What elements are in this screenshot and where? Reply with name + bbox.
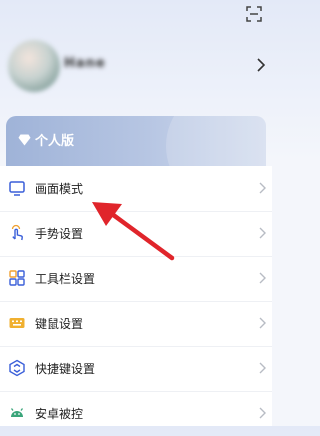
edition-label: 个人版: [35, 134, 75, 149]
scan-icon[interactable]: [246, 6, 262, 22]
keyboard-icon: [9, 318, 25, 328]
menu-item-display-mode[interactable]: 画面模式: [0, 166, 272, 212]
top-bar: [0, 0, 272, 30]
settings-menu: 画面模式 手势设置 工具栏设置 键鼠设置 快捷键设置 安卓被控: [0, 166, 272, 426]
menu-item-toolbar-settings[interactable]: 工具栏设置: [0, 256, 272, 302]
grid-tools-icon: [9, 270, 25, 286]
monitor-icon: [9, 181, 25, 196]
username: Hane: [64, 56, 106, 71]
chevron-right-icon: [257, 58, 265, 72]
chevron-right-icon: [259, 362, 266, 374]
chevron-right-icon: [259, 317, 266, 329]
diamond-icon: [18, 134, 31, 145]
shortcut-icon: [9, 359, 25, 377]
menu-item-label: 手势设置: [35, 227, 84, 241]
menu-item-label: 画面模式: [35, 182, 84, 196]
menu-item-label: 工具栏设置: [35, 272, 96, 286]
chevron-right-icon: [259, 407, 266, 419]
menu-item-gesture-settings[interactable]: 手势设置: [0, 211, 272, 257]
profile-card[interactable]: Hane: [0, 34, 272, 100]
menu-item-keyboard-mouse[interactable]: 键鼠设置: [0, 301, 272, 347]
menu-item-label: 快捷键设置: [35, 362, 96, 376]
edition-banner[interactable]: 个人版: [6, 116, 266, 168]
menu-item-shortcut-settings[interactable]: 快捷键设置: [0, 346, 272, 392]
menu-item-label: 键鼠设置: [35, 317, 84, 331]
menu-item-android-control[interactable]: 安卓被控: [0, 391, 272, 436]
avatar[interactable]: [8, 40, 60, 92]
chevron-right-icon: [259, 182, 266, 194]
chevron-right-icon: [259, 227, 266, 239]
android-icon: [10, 408, 24, 417]
gesture-hand-icon: [11, 224, 23, 241]
chevron-right-icon: [259, 272, 266, 284]
menu-item-label: 安卓被控: [35, 407, 84, 421]
